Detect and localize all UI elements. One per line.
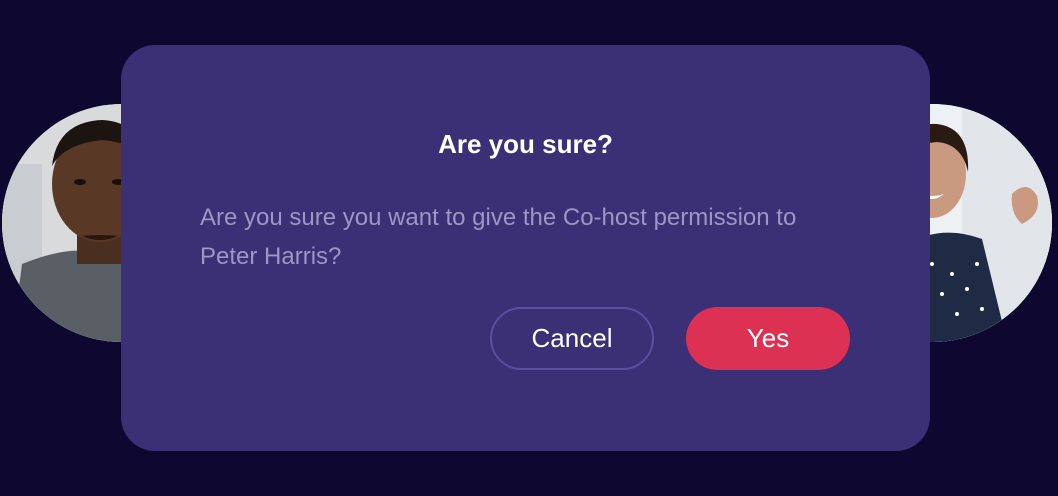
cancel-button[interactable]: Cancel xyxy=(490,307,654,370)
dialog-message: Are you sure you want to give the Co-hos… xyxy=(200,204,797,270)
confirm-yes-button[interactable]: Yes xyxy=(686,307,850,370)
meeting-stage: Are you sure? Are you sure you want to g… xyxy=(0,0,1058,496)
confirmation-dialog: Are you sure? Are you sure you want to g… xyxy=(121,45,930,451)
dialog-title: Are you sure? xyxy=(438,129,613,159)
